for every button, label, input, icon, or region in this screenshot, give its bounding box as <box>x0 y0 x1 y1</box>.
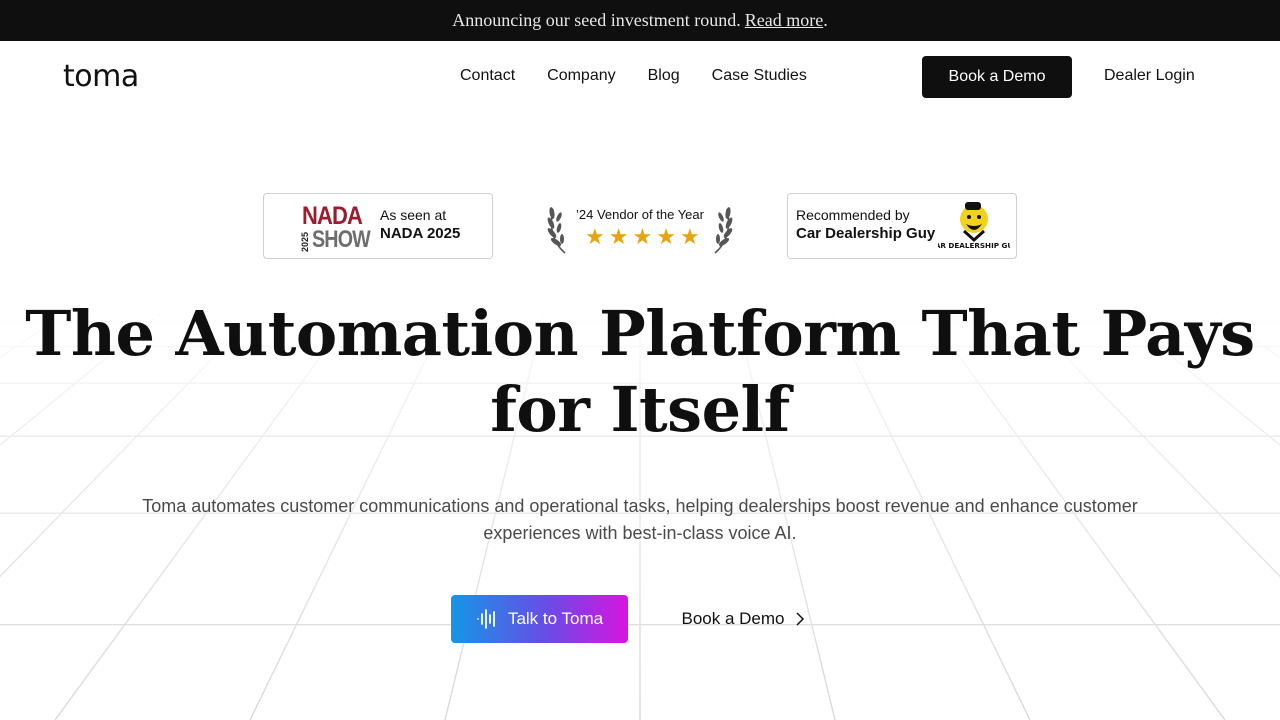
hero-title-line2: for Itself <box>490 373 790 446</box>
toma-logo[interactable]: toma <box>63 59 139 94</box>
announcement-period: . <box>823 10 828 30</box>
star-icon: ★ <box>632 225 653 250</box>
nav-link-blog[interactable]: Blog <box>648 67 680 85</box>
book-demo-button[interactable]: Book a Demo <box>922 56 1072 98</box>
hero-book-demo-button[interactable]: Book a Demo <box>668 595 818 643</box>
talk-to-toma-label: Talk to Toma <box>507 609 604 628</box>
laurel-right-icon <box>714 207 733 254</box>
car-dealership-guy-logo: CAR DEALERSHIP GUY <box>938 202 1010 250</box>
nav-link-company[interactable]: Company <box>547 67 615 85</box>
star-icon: ★ <box>679 225 700 250</box>
sound-wave-icon <box>477 609 495 629</box>
nada-show-logo: NADA 2025 SHOW <box>300 202 371 253</box>
star-icon: ★ <box>585 225 605 250</box>
hero-book-demo-label: Book a Demo <box>681 609 785 628</box>
talk-to-toma-button[interactable]: Talk to Toma <box>451 595 628 643</box>
cdg-logo-text: CAR DEALERSHIP GUY <box>938 241 1010 250</box>
nav-link-contact[interactable]: Contact <box>460 67 515 85</box>
chevron-right-icon <box>795 612 804 626</box>
hero-title: The Automation Platform That Pays for It… <box>0 296 1280 448</box>
announcement-text: Announcing our seed investment round. <box>452 10 741 30</box>
award-label: ’24 Vendor of the Year <box>576 207 704 222</box>
dealer-login-link[interactable]: Dealer Login <box>1104 67 1195 85</box>
main-nav: toma Contact Company Blog Case Studies B… <box>0 41 1280 113</box>
vendor-of-year-award: ’24 Vendor of the Year ★ ★ ★ ★ ★ <box>545 197 735 257</box>
nav-link-case-studies[interactable]: Case Studies <box>712 67 807 85</box>
car-dealership-guy-badge[interactable]: Recommended by Car Dealership Guy CAR DE… <box>787 193 1017 259</box>
award-stars: ★ ★ ★ ★ ★ <box>585 227 700 249</box>
cdg-badge-line1: Recommended by <box>796 207 910 223</box>
read-more-link[interactable]: Read more <box>745 10 823 31</box>
nada-badge-line1: As seen at <box>380 207 447 223</box>
cdg-badge-line2: Car Dealership Guy <box>796 225 936 242</box>
hero-subtitle: Toma automates customer communications a… <box>142 496 1138 543</box>
star-icon: ★ <box>608 225 629 250</box>
hero-title-line1: The Automation Platform That Pays <box>25 297 1255 370</box>
announcement-bar: Announcing our seed investment round. Re… <box>0 0 1280 41</box>
nav-links: Contact Company Blog Case Studies <box>460 67 807 85</box>
star-icon: ★ <box>656 225 676 250</box>
nada-badge[interactable]: NADA 2025 SHOW As seen at NADA 2025 <box>263 193 493 259</box>
nada-badge-line2: NADA 2025 <box>380 225 461 242</box>
